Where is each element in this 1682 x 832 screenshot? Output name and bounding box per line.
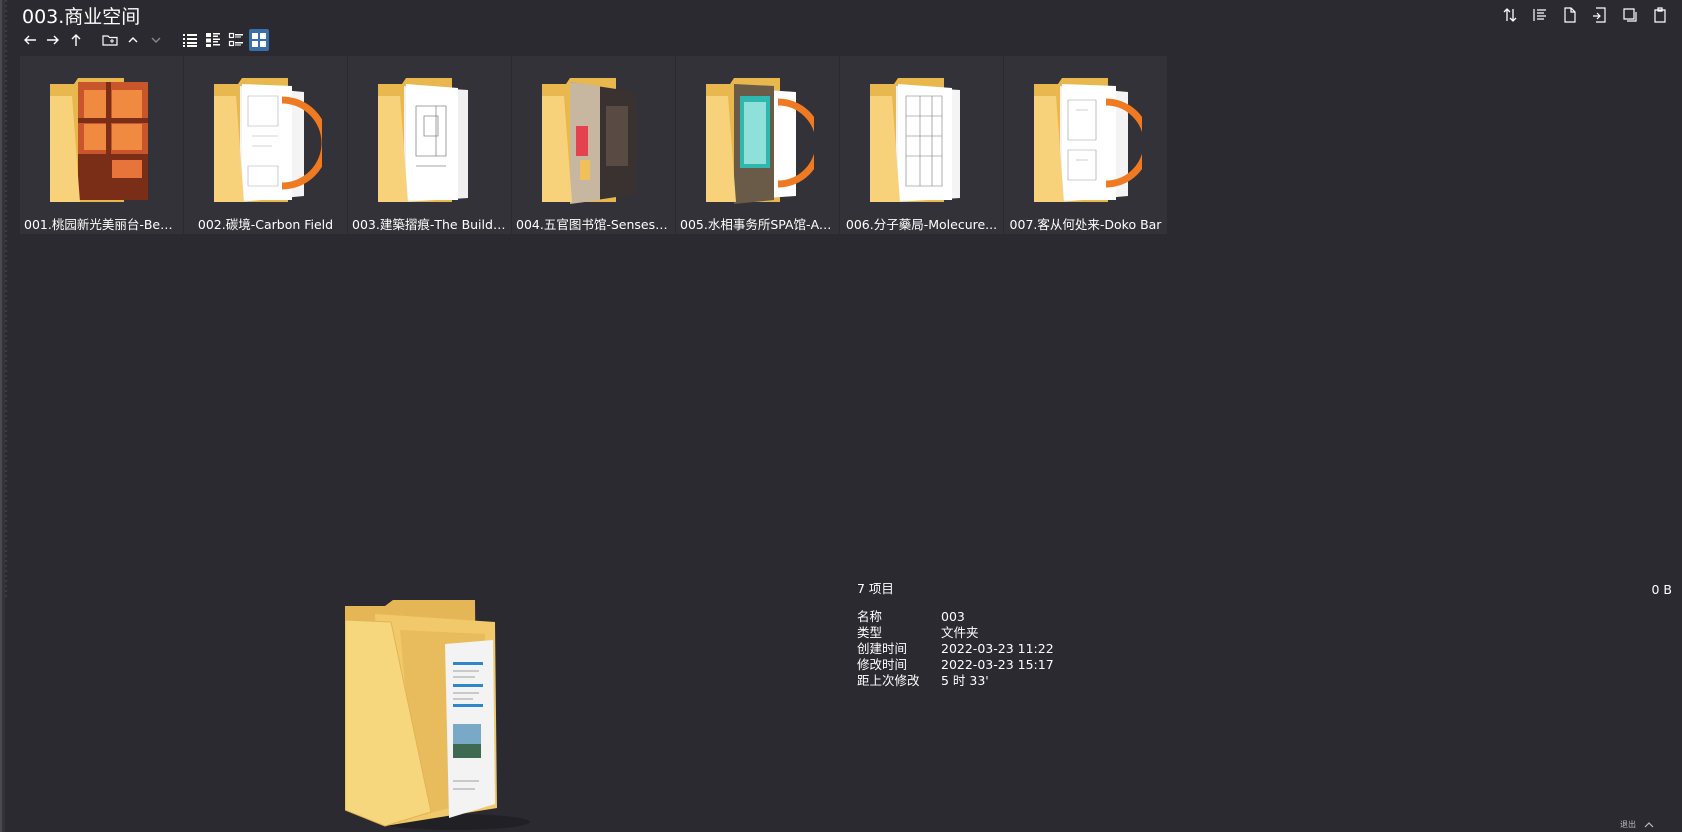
- folder-preview-icon: [345, 600, 530, 830]
- folder-thumbnail-icon: [1034, 78, 1142, 202]
- detail-value: 2022-03-23 11:22: [941, 641, 1054, 656]
- detail-value: 003: [941, 609, 965, 624]
- folder-name: 006.分子藥局-Molecure...: [845, 217, 998, 232]
- new-file-button[interactable]: [1558, 4, 1582, 26]
- back-button[interactable]: [20, 29, 40, 51]
- detail-row: 创建时间 2022-03-23 11:22: [857, 641, 1054, 657]
- detail-row: 类型 文件夹: [857, 625, 1054, 641]
- folder-name: 004.五官图书馆-Senses Li...: [516, 217, 671, 232]
- tiles-view-button[interactable]: [226, 29, 246, 51]
- forward-button[interactable]: [43, 29, 63, 51]
- folder-tile[interactable]: 002.碳境-Carbon Field: [184, 56, 347, 234]
- folder-thumbnail-icon: [706, 78, 814, 204]
- folder-title: 003.商业空间: [22, 6, 141, 28]
- properties-list-icon: [1533, 9, 1546, 21]
- folder-name: 007.客从何处来-Doko Bar: [1009, 217, 1162, 232]
- detail-row: 距上次修改 5 时 33': [857, 673, 1054, 689]
- list-view-icon: [183, 34, 197, 47]
- chevron-up-icon[interactable]: [1644, 821, 1654, 829]
- folder-tile[interactable]: 005.水相事务所SPA馆-Aq...: [676, 56, 839, 234]
- folder-tile[interactable]: 004.五官图书馆-Senses Li...: [512, 56, 675, 234]
- chevron-down-icon: [151, 37, 161, 43]
- copy-button[interactable]: [1618, 4, 1642, 26]
- folder-name: 002.碳境-Carbon Field: [197, 217, 334, 232]
- left-resize-edge[interactable]: [0, 0, 8, 832]
- forward-arrow-icon: [47, 35, 59, 45]
- thumbnail-view-icon: [252, 33, 266, 47]
- detail-value: 5 时 33': [941, 673, 989, 688]
- folder-tile[interactable]: 006.分子藥局-Molecure...: [840, 56, 1003, 234]
- thumbnail-view-button[interactable]: [249, 29, 269, 51]
- folder-tile[interactable]: 007.客从何处来-Doko Bar: [1004, 56, 1167, 234]
- detail-label: 类型: [857, 625, 883, 640]
- details-view-icon: [206, 33, 220, 47]
- folder-tile[interactable]: 001.桃园新光美丽台-Beau...: [20, 56, 183, 234]
- file-icon: [1564, 7, 1576, 23]
- new-folder-icon: [102, 35, 118, 46]
- sort-button[interactable]: [1498, 4, 1522, 26]
- clipboard-icon: [1654, 7, 1666, 23]
- folder-thumbnail-icon: [542, 78, 636, 204]
- detail-label: 距上次修改: [857, 673, 920, 688]
- detail-row: 名称 003: [857, 609, 1054, 625]
- folder-tile[interactable]: 003.建築摺痕-The Buildin...: [348, 56, 511, 234]
- detail-value: 2022-03-23 15:17: [941, 657, 1054, 672]
- paste-button[interactable]: [1648, 4, 1672, 26]
- folder-thumbnail-icon: [378, 78, 468, 202]
- details-panel: 7 项目 名称 003 类型 文件夹 创建时间 2022-03-23 11:22…: [857, 578, 1054, 689]
- move-down-button[interactable]: [146, 29, 166, 51]
- exit-link[interactable]: 退出: [1620, 819, 1636, 830]
- detail-value: 文件夹: [941, 625, 979, 640]
- total-size: 0 B: [1651, 582, 1672, 597]
- detail-label: 创建时间: [857, 641, 908, 656]
- properties-button[interactable]: [1528, 4, 1552, 26]
- thumbnail-grid: 001.桃园新光美丽台-Beau... 002.碳境-Carbon Field: [20, 56, 1168, 234]
- tiles-view-icon: [228, 32, 243, 47]
- new-folder-button[interactable]: [100, 29, 120, 51]
- resize-grip[interactable]: [5, 0, 7, 600]
- folder-thumbnail-icon: [50, 78, 148, 202]
- corner-controls: 退出: [1620, 819, 1654, 830]
- detail-label: 修改时间: [857, 657, 908, 672]
- details-view-button[interactable]: [203, 29, 223, 51]
- file-move-icon: [1593, 7, 1606, 23]
- move-file-button[interactable]: [1588, 4, 1612, 26]
- actions-toolbar: [1498, 3, 1672, 27]
- folder-name: 001.桃园新光美丽台-Beau...: [24, 217, 179, 232]
- up-button[interactable]: [66, 29, 86, 51]
- navigation-toolbar: [20, 28, 269, 52]
- move-up-button[interactable]: [123, 29, 143, 51]
- folder-thumbnail-icon: [214, 78, 322, 202]
- chevron-up-icon: [128, 37, 138, 43]
- folder-name: 005.水相事务所SPA馆-Aq...: [680, 217, 835, 232]
- folder-name: 003.建築摺痕-The Buildin...: [352, 217, 507, 232]
- back-arrow-icon: [24, 35, 36, 45]
- sort-icon: [1503, 8, 1517, 22]
- copy-icon: [1623, 8, 1637, 22]
- list-view-button[interactable]: [180, 29, 200, 51]
- detail-row: 修改时间 2022-03-23 15:17: [857, 657, 1054, 673]
- detail-label: 名称: [857, 609, 883, 624]
- file-browser-window: 003.商业空间 001.桃园新光美丽台-Beau... 002.碳境-Carb…: [0, 0, 1682, 832]
- folder-thumbnail-icon: [870, 78, 960, 202]
- up-arrow-icon: [71, 34, 81, 46]
- item-count: 7 项目: [857, 581, 894, 596]
